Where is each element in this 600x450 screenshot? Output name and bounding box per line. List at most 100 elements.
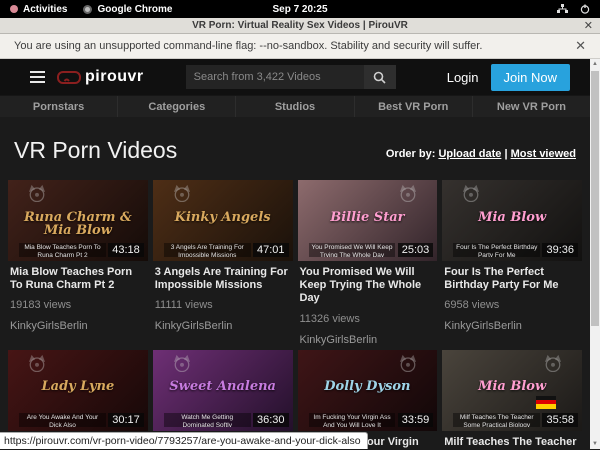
video-title[interactable]: Mia Blow Teaches Porn To Runa Charm Pt 2 — [10, 266, 146, 292]
thumb-caption: 3 Angels Are Training For Impossible Mis… — [164, 243, 251, 257]
studio-cat-watermark-icon — [397, 184, 419, 202]
video-duration: 33:59 — [398, 413, 434, 427]
scrollbar-thumb[interactable] — [591, 71, 599, 326]
video-thumbnail[interactable]: Lady Lyne Are You Awake And Your Dick Al… — [8, 350, 148, 431]
thumb-caption: Watch Me Getting Dominated Softly — [164, 413, 251, 427]
video-studio-link[interactable]: KinkyGirlsBerlin — [300, 334, 378, 346]
video-duration: 35:58 — [542, 413, 578, 427]
video-thumbnail[interactable]: Billie Star You Promised We Will Keep Tr… — [298, 180, 438, 261]
video-card: Mia Blow Milf Teaches The Teacher Some P… — [442, 350, 582, 450]
system-top-bar: Activities Google Chrome Sep 7 20:25 — [0, 0, 600, 18]
german-flag — [536, 396, 556, 409]
studio-cat-watermark-icon — [26, 354, 48, 372]
search-button[interactable] — [364, 65, 396, 89]
order-by-label: Order by: — [386, 148, 436, 160]
logo-text: pirouvr — [85, 68, 144, 86]
network-icon[interactable] — [557, 4, 568, 14]
window-title-bar: VR Porn: Virtual Reality Sex Videos | Pi… — [0, 18, 600, 34]
activities-label: Activities — [23, 4, 67, 15]
search-bar — [186, 65, 396, 89]
video-duration: 30:17 — [108, 413, 144, 427]
video-thumbnail[interactable]: Kinky Angels 3 Angels Are Training For I… — [153, 180, 293, 261]
thumb-overlay-name: Dolly Dyson — [298, 380, 438, 394]
order-link-upload-date[interactable]: Upload date — [438, 148, 501, 160]
site-header: pirouvr Login Join Now — [0, 59, 590, 95]
scroll-up-icon[interactable]: ▲ — [590, 61, 600, 67]
focused-app-menu[interactable]: Google Chrome — [83, 4, 172, 15]
browser-viewport: ▲ ▼ pirouvr — [0, 59, 600, 449]
studio-cat-watermark-icon — [171, 354, 193, 372]
thumb-caption: Four Is The Perfect Birthday Party For M… — [453, 243, 540, 257]
system-clock[interactable]: Sep 7 20:25 — [272, 4, 327, 15]
video-card: Billie Star You Promised We Will Keep Tr… — [298, 180, 438, 348]
page-head: VR Porn Videos Order by: Upload date | M… — [0, 117, 590, 180]
video-title[interactable]: 3 Angels Are Training For Impossible Mis… — [155, 266, 291, 292]
thumb-overlay-name: Sweet Analena — [153, 380, 293, 394]
video-studio-link[interactable]: KinkyGirlsBerlin — [155, 320, 233, 332]
video-title[interactable]: You Promised We Will Keep Trying The Who… — [300, 266, 436, 306]
video-views: 11111 views — [155, 299, 291, 311]
scroll-down-icon[interactable]: ▼ — [590, 441, 600, 447]
nav-item-categories[interactable]: Categories — [117, 96, 235, 117]
video-studio-link[interactable]: KinkyGirlsBerlin — [444, 320, 522, 332]
video-meta: 3 Angels Are Training For Impossible Mis… — [153, 261, 293, 334]
thumb-overlay-name: Lady Lyne — [8, 380, 148, 394]
studio-cat-watermark-icon — [460, 184, 482, 202]
video-title[interactable]: Four Is The Perfect Birthday Party For M… — [444, 266, 580, 292]
video-views: 6958 views — [444, 299, 580, 311]
video-card: Kinky Angels 3 Angels Are Training For I… — [153, 180, 293, 348]
vr-goggles-icon — [57, 71, 81, 84]
video-thumbnail[interactable]: Mia Blow Four Is The Perfect Birthday Pa… — [442, 180, 582, 261]
video-thumbnail[interactable]: Sweet Analena Watch Me Getting Dominated… — [153, 350, 293, 431]
page-title: VR Porn Videos — [14, 137, 177, 164]
video-duration: 43:18 — [108, 243, 144, 257]
video-meta: You Promised We Will Keep Trying The Who… — [298, 261, 438, 348]
window-close-icon[interactable]: ✕ — [584, 19, 593, 32]
power-icon[interactable] — [580, 4, 590, 14]
window-title: VR Porn: Virtual Reality Sex Videos | Pi… — [192, 20, 408, 31]
thumb-overlay-name: Kinky Angels — [153, 211, 293, 225]
studio-cat-watermark-icon — [542, 354, 564, 372]
thumb-overlay-name: Mia Blow — [442, 211, 582, 225]
nav-item-new-vr-porn[interactable]: New VR Porn — [472, 96, 590, 117]
order-link-most-viewed[interactable]: Most viewed — [511, 148, 576, 160]
video-thumbnail[interactable]: Runa Charm & Mia Blow Mia Blow Teaches P… — [8, 180, 148, 261]
thumb-caption: Im Fucking Your Virgin Ass And You Will … — [309, 413, 396, 427]
activities-icon — [10, 5, 18, 13]
search-icon — [373, 71, 386, 84]
site-logo[interactable]: pirouvr — [57, 68, 144, 86]
thumb-caption: Are You Awake And Your Dick Also — [19, 413, 106, 427]
order-separator: | — [501, 148, 510, 160]
video-title[interactable]: Milf Teaches The Teacher Some Practical … — [444, 436, 580, 450]
video-thumbnail[interactable]: Dolly Dyson Im Fucking Your Virgin Ass A… — [298, 350, 438, 431]
video-views: 19183 views — [10, 299, 146, 311]
studio-cat-watermark-icon — [26, 184, 48, 202]
studio-cat-watermark-icon — [171, 184, 193, 202]
video-duration: 39:36 — [542, 243, 578, 257]
scrollbar[interactable]: ▲ ▼ — [590, 59, 600, 449]
join-now-button[interactable]: Join Now — [491, 64, 570, 91]
main-nav: Pornstars Categories Studios Best VR Por… — [0, 95, 590, 117]
video-thumbnail[interactable]: Mia Blow Milf Teaches The Teacher Some P… — [442, 350, 582, 431]
thumb-overlay-name: Billie Star — [298, 211, 438, 225]
video-card: Runa Charm & Mia Blow Mia Blow Teaches P… — [8, 180, 148, 348]
video-meta: Four Is The Perfect Birthday Party For M… — [442, 261, 582, 334]
thumb-caption: Milf Teaches The Teacher Some Practical … — [453, 413, 540, 427]
nav-item-studios[interactable]: Studios — [235, 96, 353, 117]
login-link[interactable]: Login — [447, 70, 479, 85]
search-input[interactable] — [186, 65, 364, 89]
infobar-close-icon[interactable]: ✕ — [575, 38, 586, 54]
video-meta: Mia Blow Teaches Porn To Runa Charm Pt 2… — [8, 261, 148, 334]
video-studio-link[interactable]: KinkyGirlsBerlin — [10, 320, 88, 332]
video-duration: 36:30 — [253, 413, 289, 427]
menu-icon[interactable] — [30, 71, 45, 83]
video-views: 11326 views — [300, 313, 436, 325]
video-duration: 25:03 — [398, 243, 434, 257]
nav-item-pornstars[interactable]: Pornstars — [0, 96, 117, 117]
thumb-overlay-name: Runa Charm & Mia Blow — [8, 211, 148, 238]
video-meta: Milf Teaches The Teacher Some Practical … — [442, 431, 582, 450]
video-grid: Runa Charm & Mia Blow Mia Blow Teaches P… — [0, 180, 590, 450]
activities-button[interactable]: Activities — [10, 4, 67, 15]
video-card: Mia Blow Four Is The Perfect Birthday Pa… — [442, 180, 582, 348]
nav-item-best-vr-porn[interactable]: Best VR Porn — [354, 96, 472, 117]
